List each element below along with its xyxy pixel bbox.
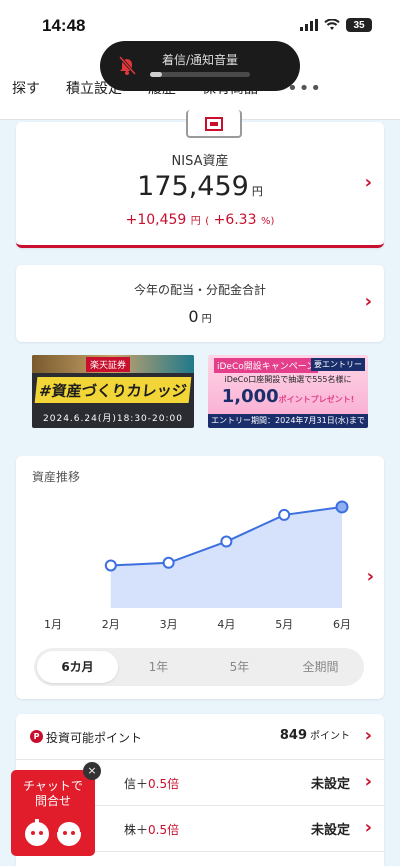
- college-event-banner[interactable]: 楽天証券 #資産づくりカレッジ 2024.6.24(月)18:30-20:00: [32, 355, 194, 428]
- ideco-campaign-banner[interactable]: iDeCo開設キャンペーン 要エントリー iDeCo口座開設で抽選で555名様に…: [208, 355, 368, 428]
- point-icon: P: [30, 730, 43, 743]
- brand-label: 楽天証券: [86, 357, 131, 372]
- row-label: 投資可能ポイント: [46, 731, 143, 745]
- volume-fill: [150, 72, 162, 77]
- system-icons: 35: [300, 18, 372, 32]
- chat-label: チャットで 問合せ: [23, 779, 83, 808]
- period-6m[interactable]: 6カ月: [37, 651, 118, 683]
- chevron-right-icon[interactable]: ›: [365, 817, 372, 838]
- row-value: 849 ポイント: [279, 728, 350, 743]
- list-item[interactable]: P 投資可能ポイント 849 ポイント ›: [16, 714, 384, 760]
- wifi-icon: [324, 19, 340, 30]
- chevron-right-icon[interactable]: ›: [365, 172, 372, 193]
- tab-search[interactable]: 探す: [12, 78, 40, 98]
- period-5y[interactable]: 5年: [199, 651, 280, 683]
- chart-point[interactable]: [278, 508, 291, 521]
- chart-point[interactable]: [162, 556, 175, 569]
- asset-trend-chart: 1月 2月 3月 4月 5月 6月: [44, 500, 351, 631]
- volume-label: 着信/通知音量: [161, 53, 239, 67]
- asset-trend-card: 資産推移 1月 2月 3月 4月 5月 6月 › 6カ月 1年 5年 全期間: [16, 456, 384, 699]
- period-1y[interactable]: 1年: [118, 651, 199, 683]
- chevron-right-icon[interactable]: ›: [365, 771, 372, 792]
- row-value: 未設定: [310, 823, 350, 838]
- dividend-value: 0円: [188, 307, 212, 326]
- period-all[interactable]: 全期間: [280, 651, 361, 683]
- x-tick-label: 2月: [102, 618, 120, 631]
- x-tick-label: 1月: [44, 618, 62, 631]
- clock: 14:48: [42, 16, 86, 35]
- dividend-label: 今年の配当・分配金合計: [133, 283, 266, 297]
- dividend-card[interactable]: 今年の配当・分配金合計 0円 ›: [16, 265, 384, 342]
- volume-track: [150, 72, 250, 77]
- campaign-title: iDeCo開設キャンペーン: [214, 358, 319, 373]
- campaign-subtitle: iDeCo口座開設で抽選で555名様に: [224, 375, 352, 384]
- banner-title: #資産づくりカレッジ: [34, 377, 192, 403]
- volume-notification: 着信/通知音量: [100, 41, 300, 91]
- robot-operator-icon: [25, 819, 82, 846]
- row-label: 株＋0.5倍: [124, 823, 180, 837]
- chevron-right-icon[interactable]: ›: [365, 291, 372, 312]
- close-icon[interactable]: ×: [83, 762, 101, 780]
- chart-point[interactable]: [335, 500, 349, 514]
- x-tick-label: 3月: [160, 618, 178, 631]
- chart-point[interactable]: [220, 535, 233, 548]
- banner-date: 2024.6.24(月)18:30-20:00: [43, 414, 183, 424]
- nisa-value: 175,459 円: [137, 171, 263, 202]
- period-selector: 6カ月 1年 5年 全期間: [34, 648, 364, 686]
- nisa-assets-card[interactable]: NISA資産 175,459 円 +10,459 円 ( +6.33 %) ›: [16, 110, 384, 248]
- row-label: 信＋0.5倍: [124, 777, 180, 791]
- chat-support-button[interactable]: × チャットで 問合せ: [11, 762, 101, 856]
- chevron-right-icon[interactable]: ›: [367, 566, 374, 587]
- signal-icon: [300, 19, 318, 31]
- battery-icon: 35: [346, 18, 372, 32]
- row-value: 未設定: [310, 777, 350, 792]
- x-tick-label: 6月: [333, 618, 351, 631]
- chart-point[interactable]: [104, 559, 117, 572]
- chevron-right-icon[interactable]: ›: [365, 725, 372, 746]
- campaign-points: 1,000ポイントプレゼント!: [221, 386, 355, 407]
- nisa-gain: +10,459 円 ( +6.33 %): [125, 212, 275, 228]
- nisa-label: NISA資産: [171, 154, 229, 169]
- chart-area: [110, 506, 342, 608]
- x-tick-label: 4月: [217, 618, 235, 631]
- wallet-icon: [186, 110, 242, 138]
- entry-period: エントリー期間：2024年7月31日(水)まで: [208, 414, 368, 428]
- x-tick-label: 5月: [275, 618, 293, 631]
- entry-badge: 要エントリー: [311, 358, 365, 371]
